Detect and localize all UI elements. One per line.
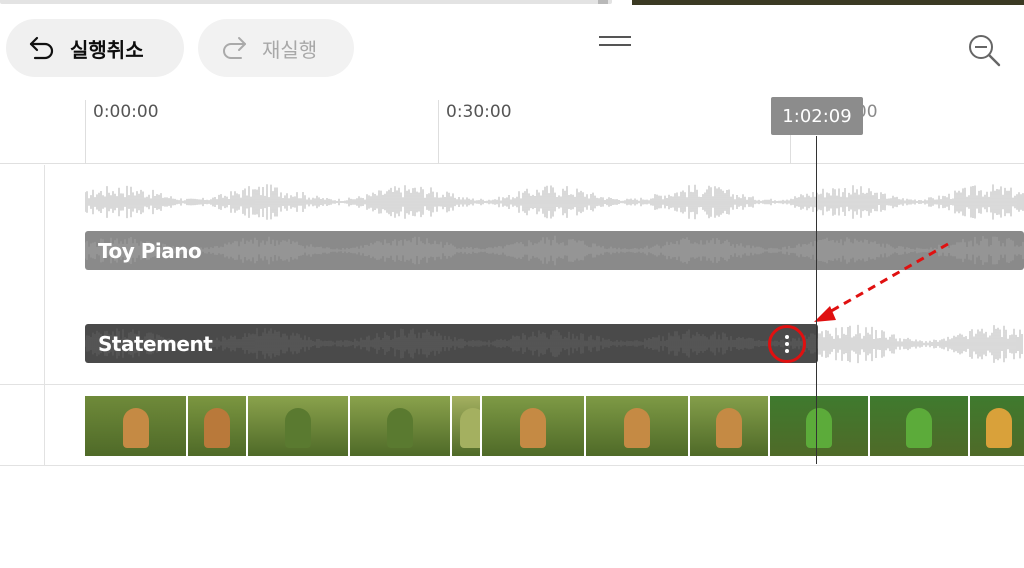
- voice-clip-label: Statement: [98, 332, 213, 356]
- ruler-tick: [85, 100, 86, 164]
- thumbnail-figure: [387, 408, 413, 448]
- scrollbar-thumb[interactable]: [598, 0, 608, 4]
- video-thumbnail: [870, 396, 968, 456]
- video-thumbnail: [482, 396, 584, 456]
- horizontal-scrollbar[interactable]: [0, 0, 612, 4]
- playhead-time[interactable]: 1:02:09: [771, 97, 863, 135]
- drag-handle-icon[interactable]: [598, 34, 632, 50]
- undo-arrow-icon: [29, 36, 54, 60]
- video-preview-edge: [632, 0, 1024, 5]
- undo-button[interactable]: 실행취소: [6, 19, 184, 77]
- track-separator: [0, 384, 1024, 385]
- ruler-label: 0:30:00: [446, 102, 512, 122]
- thumbnail-figure: [624, 408, 650, 448]
- video-thumbnail: [350, 396, 450, 456]
- video-thumbnail: [85, 396, 186, 456]
- redo-button[interactable]: 재실행: [198, 19, 354, 77]
- video-thumbnail-track[interactable]: [85, 396, 1024, 456]
- timeline-editor: 실행취소 재실행 0:00:00 0:30:00 1:00:00 Toy Pia…: [0, 0, 1024, 568]
- top-strip: [0, 0, 1024, 6]
- video-thumbnail: [970, 396, 1024, 456]
- annotation-arrow: [814, 242, 949, 322]
- ruler-tick: [438, 100, 439, 164]
- undo-label: 실행취소: [70, 39, 144, 62]
- thumbnail-figure: [204, 408, 230, 448]
- music-clip-label: Toy Piano: [98, 239, 202, 263]
- playhead-line[interactable]: [816, 136, 817, 464]
- video-thumbnail: [690, 396, 768, 456]
- thumbnail-figure: [716, 408, 742, 448]
- redo-arrow-icon: [223, 37, 246, 59]
- thumbnail-figure: [986, 408, 1012, 448]
- ruler-label: 0:00:00: [93, 102, 159, 122]
- thumbnail-figure: [285, 408, 311, 448]
- thumbnail-figure: [520, 408, 546, 448]
- thumbnail-figure: [906, 408, 932, 448]
- voice-clip[interactable]: Statement: [85, 324, 818, 363]
- more-vertical-icon: [785, 335, 789, 353]
- video-thumbnail: [248, 396, 348, 456]
- thumbnail-figure: [122, 408, 149, 448]
- audio-waveform: [85, 184, 1024, 220]
- track-header-divider: [44, 165, 45, 465]
- video-thumbnail: [452, 396, 480, 456]
- thumbnail-figure: [806, 408, 832, 448]
- video-thumbnail: [188, 396, 246, 456]
- video-thumbnail: [770, 396, 868, 456]
- redo-label: 재실행: [262, 39, 318, 62]
- zoom-out-icon[interactable]: [966, 32, 1002, 68]
- thumbnail-figure: [460, 408, 480, 448]
- video-thumbnail: [586, 396, 688, 456]
- track-separator: [0, 465, 1024, 466]
